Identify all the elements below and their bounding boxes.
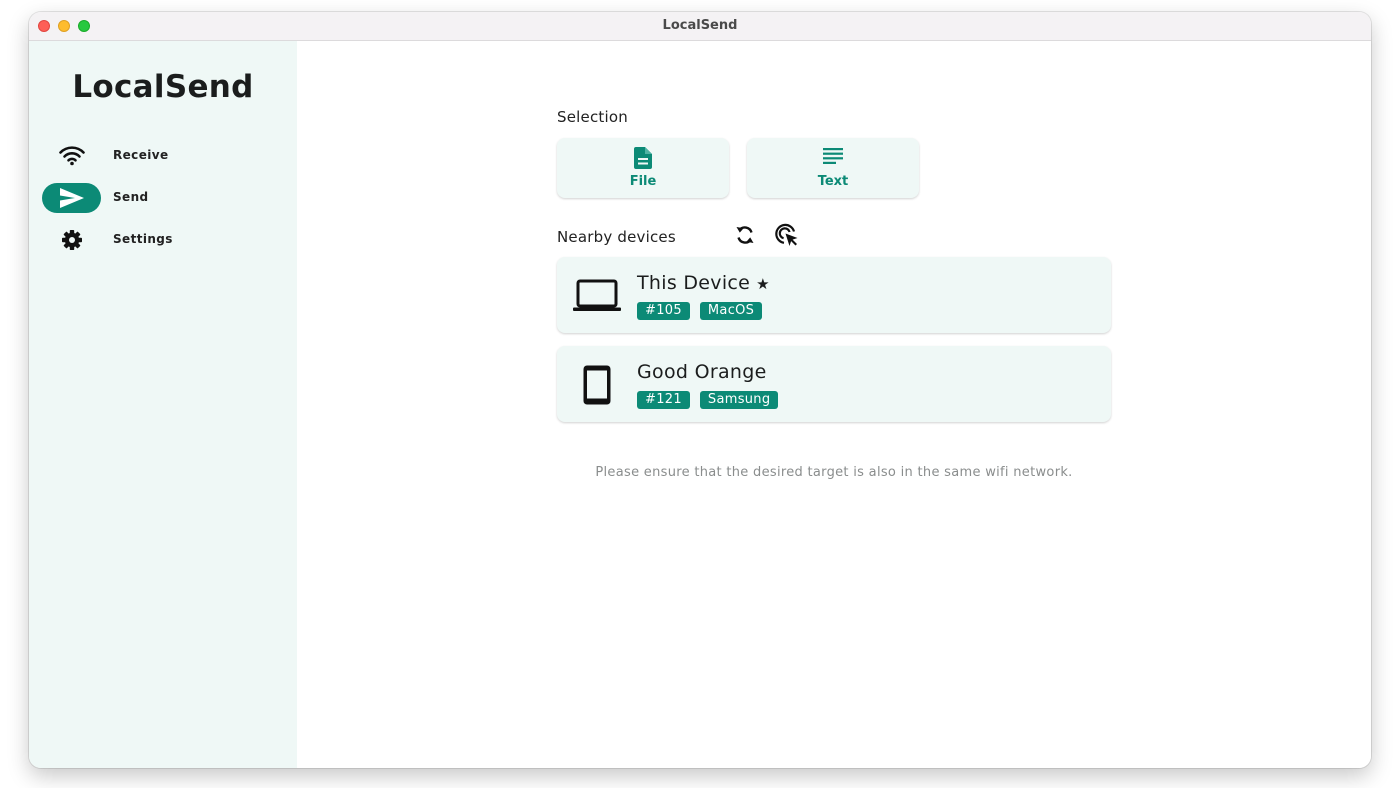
device-id-badge: #105 xyxy=(637,302,690,320)
device-card-this-device[interactable]: This Device ★ #105 MacOS xyxy=(557,257,1111,333)
device-badges: #121 Samsung xyxy=(637,391,779,409)
sidebar-item-receive[interactable]: Receive xyxy=(42,141,282,173)
device-os-badge: Samsung xyxy=(699,391,779,409)
refresh-button[interactable] xyxy=(732,224,758,250)
select-file-button[interactable]: File xyxy=(557,138,729,198)
scan-button[interactable] xyxy=(774,223,800,251)
send-page: Selection File Text Nearby devices This … xyxy=(297,41,1371,768)
selection-heading: Selection xyxy=(557,108,628,126)
star-icon: ★ xyxy=(756,275,770,293)
device-name: This Device xyxy=(637,272,751,294)
title-bar: LocalSend xyxy=(29,12,1371,41)
sidebar-item-label: Settings xyxy=(113,232,173,246)
device-os-badge: MacOS xyxy=(699,302,763,320)
app-window: LocalSend LocalSend Receive Send Setting… xyxy=(29,12,1371,768)
select-text-label: Text xyxy=(817,174,849,189)
device-name-row: This Device ★ xyxy=(637,272,770,294)
sidebar-item-label: Receive xyxy=(113,148,169,162)
window-title: LocalSend xyxy=(662,18,738,33)
send-icon xyxy=(42,183,101,213)
scan-target-icon xyxy=(775,223,799,251)
app-title: LocalSend xyxy=(72,69,254,105)
sidebar-item-settings[interactable]: Settings xyxy=(42,225,282,257)
device-id-badge: #121 xyxy=(637,391,690,409)
sidebar: LocalSend Receive Send Settings xyxy=(29,41,297,768)
laptop-icon xyxy=(571,273,623,319)
device-card-good-orange[interactable]: Good Orange #121 Samsung xyxy=(557,346,1111,422)
sidebar-item-label: Send xyxy=(113,190,149,204)
select-file-label: File xyxy=(629,174,657,189)
refresh-icon xyxy=(735,224,755,250)
gear-icon xyxy=(42,225,101,255)
tablet-icon xyxy=(571,362,623,408)
select-text-button[interactable]: Text xyxy=(747,138,919,198)
wifi-icon xyxy=(42,141,101,171)
network-hint-text: Please ensure that the desired target is… xyxy=(595,465,1073,480)
device-name-row: Good Orange xyxy=(637,361,767,383)
sidebar-item-send[interactable]: Send xyxy=(42,183,282,215)
nearby-devices-heading: Nearby devices xyxy=(557,228,676,246)
device-badges: #105 MacOS xyxy=(637,302,763,320)
device-name: Good Orange xyxy=(637,361,767,383)
text-lines-icon xyxy=(747,147,919,165)
file-icon xyxy=(557,147,729,169)
